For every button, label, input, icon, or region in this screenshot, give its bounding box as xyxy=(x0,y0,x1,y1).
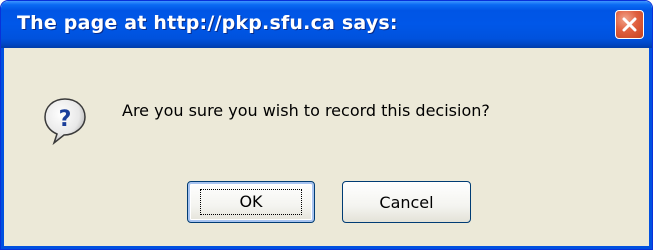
frame-right xyxy=(649,48,652,249)
ok-button[interactable]: OK xyxy=(187,181,315,223)
dialog-body xyxy=(4,48,649,246)
cancel-button-label: Cancel xyxy=(379,192,434,212)
dialog-title: The page at http://pkp.sfu.ca says: xyxy=(17,12,398,34)
svg-text:?: ? xyxy=(59,107,72,132)
title-bar[interactable]: The page at http://pkp.sfu.ca says: xyxy=(1,1,652,48)
close-icon xyxy=(622,17,637,32)
cancel-button[interactable]: Cancel xyxy=(342,181,471,223)
alert-dialog: The page at http://pkp.sfu.ca says: ? Ar… xyxy=(0,0,653,250)
close-button[interactable] xyxy=(615,10,644,39)
question-icon: ? xyxy=(42,96,88,150)
frame-bottom xyxy=(1,246,652,249)
frame-left xyxy=(1,48,4,249)
ok-button-label: OK xyxy=(200,189,302,215)
dialog-message: Are you sure you wish to record this dec… xyxy=(122,101,490,120)
